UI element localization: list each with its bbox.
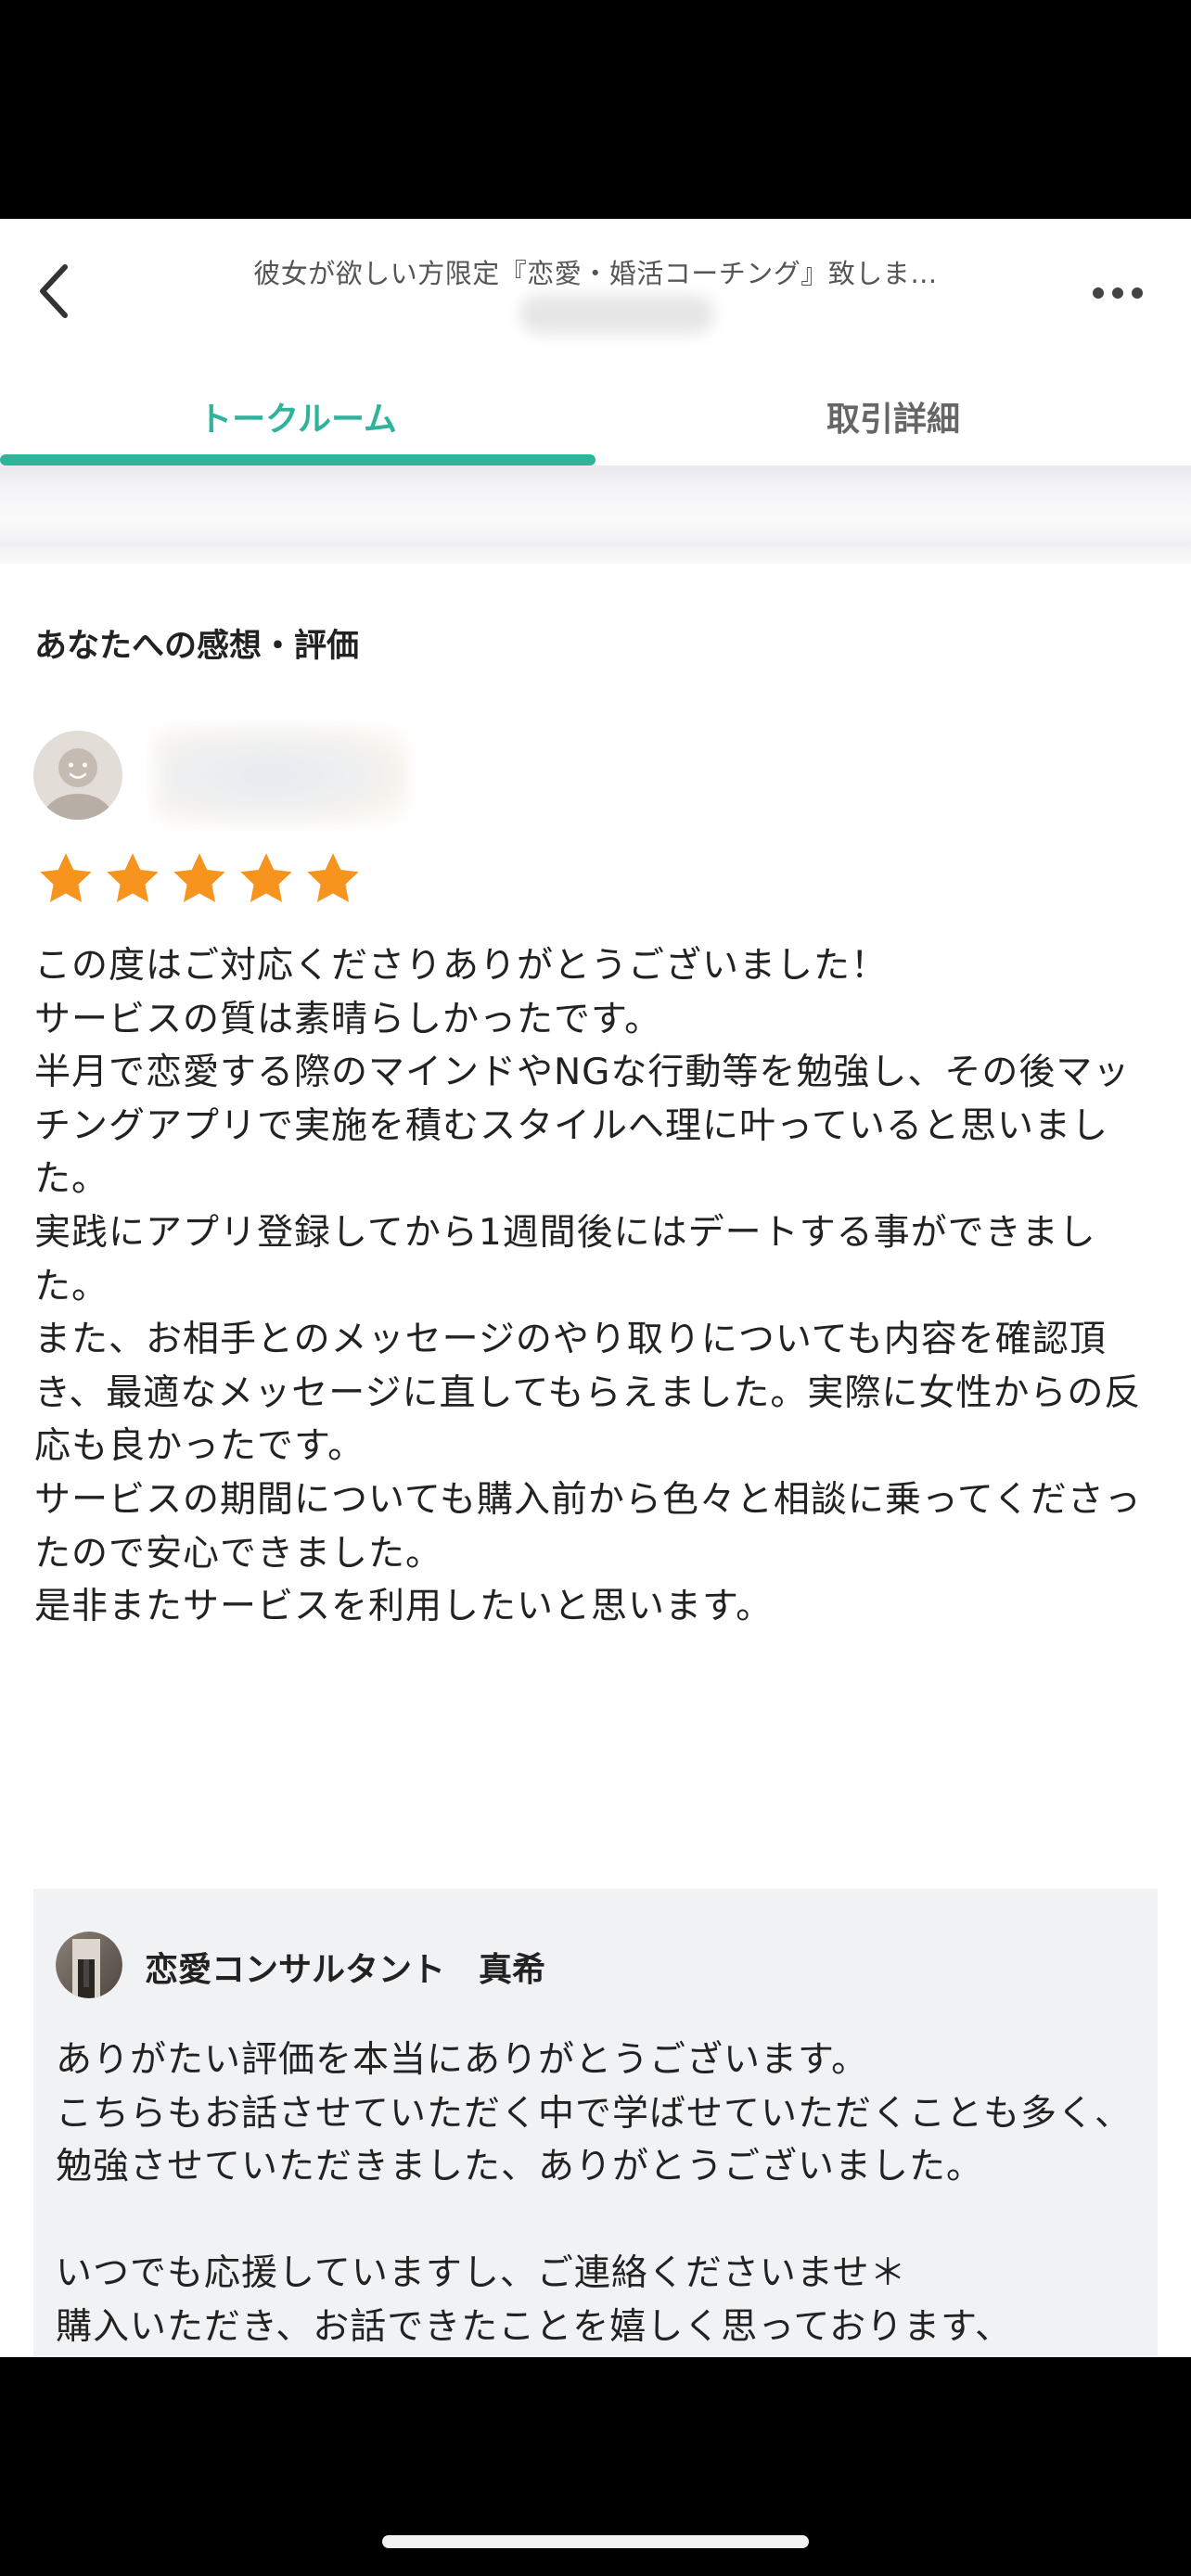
app-screen: 彼女が欲しい方限定『恋愛・婚活コーチング』致しま… トークルーム 取引詳細 あな… <box>0 219 1191 2357</box>
seller-reply: 恋愛コンサルタント 真希 ありがたい評価を本当にありがとうございます。 こちらも… <box>33 1889 1158 2357</box>
back-button[interactable] <box>26 254 82 328</box>
review-text: この度はご対応くださりありがとうございました！ サービスの質は素晴らしかったです… <box>34 945 1142 1628</box>
default-avatar-icon <box>33 731 122 820</box>
seller-avatar <box>56 1932 122 1998</box>
blurred-seller-name <box>519 295 714 334</box>
review-section[interactable]: あなたへの感想・評価 この度はご対応くださりありがとうございました！ サービスの… <box>0 564 1191 2357</box>
page-title: 彼女が欲しい方限定『恋愛・婚活コーチング』致しま… <box>253 258 938 289</box>
more-horizontal-icon <box>1093 287 1143 299</box>
tab-label: 取引詳細 <box>826 401 960 439</box>
rating-stars <box>37 849 362 907</box>
divider-shadow <box>0 543 1191 564</box>
star-icon <box>307 853 359 902</box>
active-tab-indicator <box>0 454 596 465</box>
star-icon <box>173 853 225 902</box>
star-icon <box>240 853 292 902</box>
chevron-left-icon <box>40 264 68 318</box>
blurred-reviewer-name <box>156 729 406 822</box>
seller-name: 恋愛コンサルタント 真希 <box>145 1951 546 1989</box>
reply-text: ありがたい評価を本当にありがとうございます。 こちらもお話させていただく中で学ば… <box>56 2039 1133 2348</box>
star-icon <box>40 853 92 902</box>
home-indicator[interactable] <box>382 2535 809 2548</box>
tab-bar: トークルーム 取引詳細 <box>0 367 1191 465</box>
more-options-button[interactable] <box>1085 274 1150 312</box>
tab-transaction-details[interactable]: 取引詳細 <box>596 367 1191 465</box>
section-title: あなたへの感想・評価 <box>34 628 360 665</box>
tab-label: トークルーム <box>198 401 397 439</box>
tab-talk-room[interactable]: トークルーム <box>0 367 596 465</box>
star-icon <box>107 853 159 902</box>
header: 彼女が欲しい方限定『恋愛・婚活コーチング』致しま… <box>0 219 1191 367</box>
